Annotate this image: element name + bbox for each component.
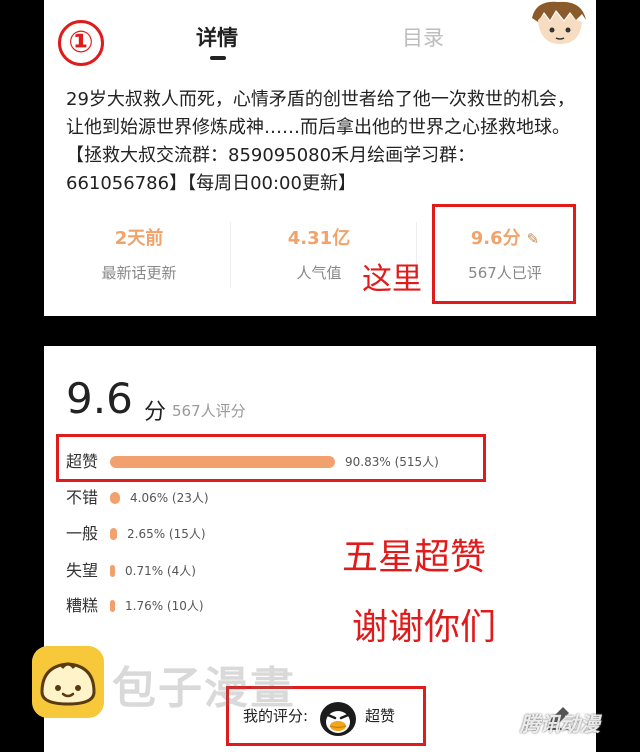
annotation-note-here: 这里 (362, 262, 422, 297)
step-marker: ① (58, 20, 104, 66)
tab-catalog[interactable]: 目录 (402, 22, 444, 52)
tab-detail[interactable]: 详情 (196, 22, 238, 60)
mascot-face-icon (532, 1, 586, 44)
annotation-highlight-box (56, 434, 486, 482)
rating-row-bar (110, 565, 115, 577)
rating-row-good: 不错 4.06% (23人) (66, 486, 566, 510)
comic-detail-panel: ① 详情 目录 29岁大叔救人而死，心情矛盾的创世者给了他一次救世的机会，让他到… (44, 0, 596, 316)
rating-row-label: 糟糕 (66, 596, 99, 615)
rating-row-stat: 2.65% (15人) (127, 527, 206, 541)
rating-row-label: 失望 (66, 561, 99, 580)
bun-logo-icon (32, 646, 104, 718)
my-score-value: 超赞 (365, 707, 396, 725)
rating-count: 567人评分 (172, 402, 246, 420)
rating-unit: 分 (144, 400, 167, 425)
penguin-face-icon (320, 702, 356, 736)
rating-row-stat: 1.76% (10人) (125, 599, 204, 613)
rating-score: 9.6 (66, 374, 133, 423)
stat-divider (230, 222, 231, 288)
rating-row-bar (110, 528, 117, 540)
site-name: 包子漫畫 (112, 663, 296, 714)
annotation-note-five-star: 五星超赞 (342, 537, 487, 578)
rating-row-disappointed: 失望 0.71% (4人) (66, 559, 566, 583)
rating-row-label: 一般 (66, 524, 99, 543)
rating-row-label: 不错 (66, 488, 99, 507)
rating-row-bar (110, 492, 120, 504)
rating-row-bar (110, 600, 115, 612)
stat-label: 最新话更新 (101, 264, 177, 282)
annotation-highlight-box (432, 204, 576, 304)
comic-description: 29岁大叔救人而死，心情矛盾的创世者给了他一次救世的机会，让他到始源世界修炼成神… (66, 89, 575, 194)
rating-row-average: 一般 2.65% (15人) (66, 522, 566, 546)
rating-row-stat: 4.06% (23人) (130, 491, 209, 505)
stat-value: 4.31亿 (287, 228, 351, 249)
rating-row-stat: 0.71% (4人) (125, 564, 196, 578)
stat-latest-update: 2天前 最新话更新 (64, 228, 214, 283)
stat-value: 2天前 (114, 228, 164, 249)
annotation-note-thanks: 谢谢你们 (352, 607, 497, 648)
watermark: 腾讯动漫 (520, 712, 600, 736)
